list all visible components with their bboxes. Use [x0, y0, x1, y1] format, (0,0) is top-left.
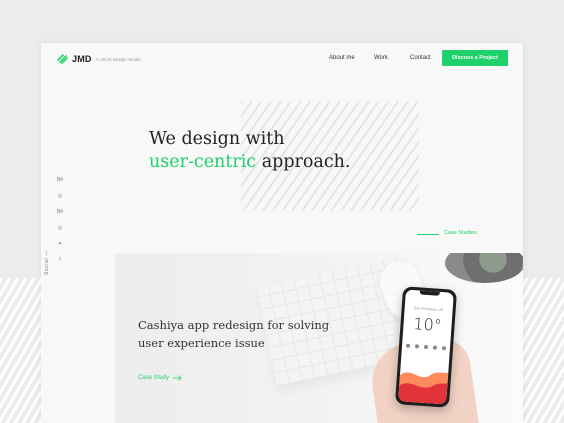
nav-contact[interactable]: Contact: [410, 55, 431, 61]
phone-notch: [419, 290, 440, 296]
logo[interactable]: JMD A UI/UX Design Studio: [57, 53, 141, 64]
phone-screen: San Francisco, US 10°: [398, 289, 454, 405]
hero-heading-line2: user-centric approach.: [149, 152, 351, 172]
facebook-icon[interactable]: f: [56, 256, 64, 265]
behance-icon[interactable]: Bē: [56, 208, 64, 217]
nav-about-me[interactable]: About me: [329, 55, 355, 61]
forecast-dot: [432, 345, 438, 350]
logo-tagline: A UI/UX Design Studio: [95, 56, 141, 62]
forecast-dot: [441, 346, 447, 351]
hero-heading-line1: We design with: [149, 129, 285, 149]
behance-icon[interactable]: Bē: [56, 176, 64, 185]
discuss-project-button[interactable]: Discuss a Project: [442, 50, 508, 66]
forecast-dot: [414, 344, 420, 349]
case-study-title-line1: Cashiya app redesign for solving: [138, 318, 330, 332]
phone-temperature: 10°: [412, 314, 443, 336]
case-studies-link[interactable]: Case Studies: [444, 230, 477, 236]
phone-mockup: San Francisco, US 10°: [394, 286, 458, 408]
case-study-link[interactable]: Case Study: [138, 375, 182, 381]
case-studies-line: [417, 234, 439, 235]
phone-forecast-row: [405, 343, 447, 351]
phone-wave-graphic: [398, 372, 449, 405]
logo-mark-icon: [57, 54, 68, 64]
social-links: Bē ◎ Bē ◎ ✦ f: [56, 176, 66, 272]
hero-rest-text: approach.: [256, 152, 351, 172]
dribbble-icon[interactable]: ◎: [56, 192, 64, 201]
case-study-title-line2: user experience issue: [138, 336, 265, 350]
dribbble-icon[interactable]: ◎: [56, 224, 64, 233]
landing-page: JMD A UI/UX Design Studio About me Work …: [41, 43, 523, 423]
phone-city: San Francisco, US: [413, 306, 444, 313]
plant-image: [445, 253, 523, 283]
case-study-link-label: Case Study: [138, 375, 170, 381]
nav-work[interactable]: Work: [374, 55, 388, 61]
twitter-icon[interactable]: ✦: [56, 240, 64, 249]
social-label: Social —: [44, 250, 50, 275]
arrow-right-icon: [173, 375, 182, 381]
forecast-dot: [405, 343, 411, 348]
forecast-dot: [423, 344, 429, 350]
hero-accent-text: user-centric: [149, 152, 257, 172]
logo-text: JMD: [72, 53, 92, 64]
case-study-card[interactable]: Cashiya app redesign for solving user ex…: [115, 253, 523, 423]
